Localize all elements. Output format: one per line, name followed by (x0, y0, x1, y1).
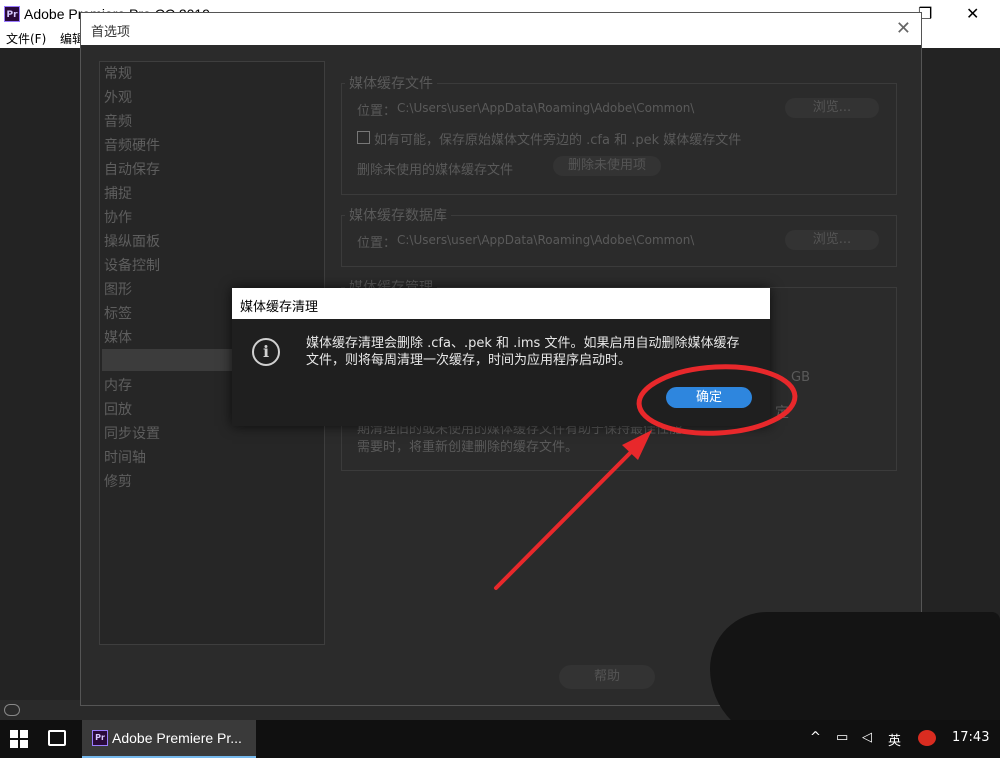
mgmt-note-line2: 需要时，将重新创建删除的缓存文件。 (357, 440, 579, 455)
sidebar-item-audio-hardware[interactable]: 音频硬件 (104, 135, 160, 157)
db-browse-button[interactable]: 浏览... (785, 230, 879, 250)
sidebar-item-labels[interactable]: 标签 (104, 303, 132, 325)
db-location-label: 位置： (357, 236, 397, 251)
sidebar-item-media[interactable]: 媒体 (104, 327, 132, 349)
ok-button[interactable]: 确定 (666, 387, 752, 408)
message-titlebar: 媒体缓存清理 (232, 288, 770, 319)
media-cache-db-title: 媒体缓存数据库 (345, 205, 451, 225)
tray-chevron-icon[interactable]: ^ (810, 730, 821, 745)
preferences-title: 首选项 (91, 25, 131, 40)
cache-location-label: 位置： (357, 104, 397, 119)
ime-indicator[interactable]: 英 (888, 730, 901, 749)
sidebar-item-device-control[interactable]: 设备控制 (104, 255, 160, 277)
delete-unused-button[interactable]: 删除未使用项 (553, 156, 661, 176)
taskbar-premiere-button[interactable]: Pr Adobe Premiere Pr... (82, 720, 256, 758)
save-cache-next-to-originals-checkbox[interactable] (357, 131, 370, 144)
sidebar-item-collaboration[interactable]: 协作 (104, 207, 132, 229)
cache-location-path: C:\Users\user\AppData\Roaming\Adobe\Comm… (397, 101, 695, 115)
close-window-icon[interactable]: ✕ (966, 4, 979, 23)
sidebar-item-media-cache[interactable] (102, 349, 232, 371)
sidebar-item-playback[interactable]: 回放 (104, 399, 132, 421)
windows-start-icon[interactable] (10, 730, 28, 748)
taskbar-app-label: Adobe Premiere Pr... (112, 730, 242, 746)
mgmt-fragment-label: 定 (775, 405, 789, 421)
sidebar-item-auto-save[interactable]: 自动保存 (104, 159, 160, 181)
db-location-path: C:\Users\user\AppData\Roaming\Adobe\Comm… (397, 233, 695, 247)
sidebar-item-memory[interactable]: 内存 (104, 375, 132, 397)
message-text: 媒体缓存清理会删除 .cfa、.pek 和 .ims 文件。如果启用自动删除媒体… (306, 336, 740, 368)
sidebar-item-control-surface[interactable]: 操纵面板 (104, 231, 160, 253)
sidebar-item-capture[interactable]: 捕捉 (104, 183, 132, 205)
help-button[interactable]: 帮助 (559, 665, 655, 689)
save-cache-next-to-originals-label: 如有可能，保存原始媒体文件旁边的 .cfa 和 .pek 媒体缓存文件 (374, 133, 742, 148)
input-method-icon[interactable] (918, 730, 936, 746)
cache-browse-button[interactable]: 浏览... (785, 98, 879, 118)
gb-unit-label: GB (791, 370, 810, 385)
volume-icon[interactable]: ◁ (862, 730, 872, 745)
media-cache-cleanup-dialog: 媒体缓存清理 i 媒体缓存清理会删除 .cfa、.pek 和 .ims 文件。如… (232, 288, 770, 426)
taskbar: Pr Adobe Premiere Pr... ^ ▭ ◁ 英 17:43 (0, 720, 1000, 758)
premiere-taskbar-icon: Pr (92, 730, 108, 746)
network-icon[interactable]: ▭ (836, 730, 848, 745)
preferences-titlebar: 首选项 ✕ (81, 13, 921, 45)
creative-cloud-icon (4, 704, 20, 716)
sidebar-item-general[interactable]: 常规 (104, 63, 132, 85)
menu-file[interactable]: 文件(F) (6, 30, 46, 47)
sidebar-item-appearance[interactable]: 外观 (104, 87, 132, 109)
sidebar-item-graphics[interactable]: 图形 (104, 279, 132, 301)
message-title: 媒体缓存清理 (240, 300, 319, 315)
sidebar-item-audio[interactable]: 音频 (104, 111, 132, 133)
media-cache-files-title: 媒体缓存文件 (345, 73, 437, 93)
sidebar-item-timeline[interactable]: 时间轴 (104, 447, 146, 469)
task-view-icon[interactable] (48, 730, 66, 746)
sidebar-item-sync-settings[interactable]: 同步设置 (104, 423, 160, 445)
preferences-close-icon[interactable]: ✕ (896, 18, 911, 39)
info-icon: i (252, 338, 280, 366)
clock[interactable]: 17:43 (952, 730, 989, 745)
sidebar-item-trim[interactable]: 修剪 (104, 471, 132, 493)
delete-unused-label: 删除未使用的媒体缓存文件 (357, 163, 514, 178)
premiere-logo-icon: Pr (4, 6, 20, 22)
